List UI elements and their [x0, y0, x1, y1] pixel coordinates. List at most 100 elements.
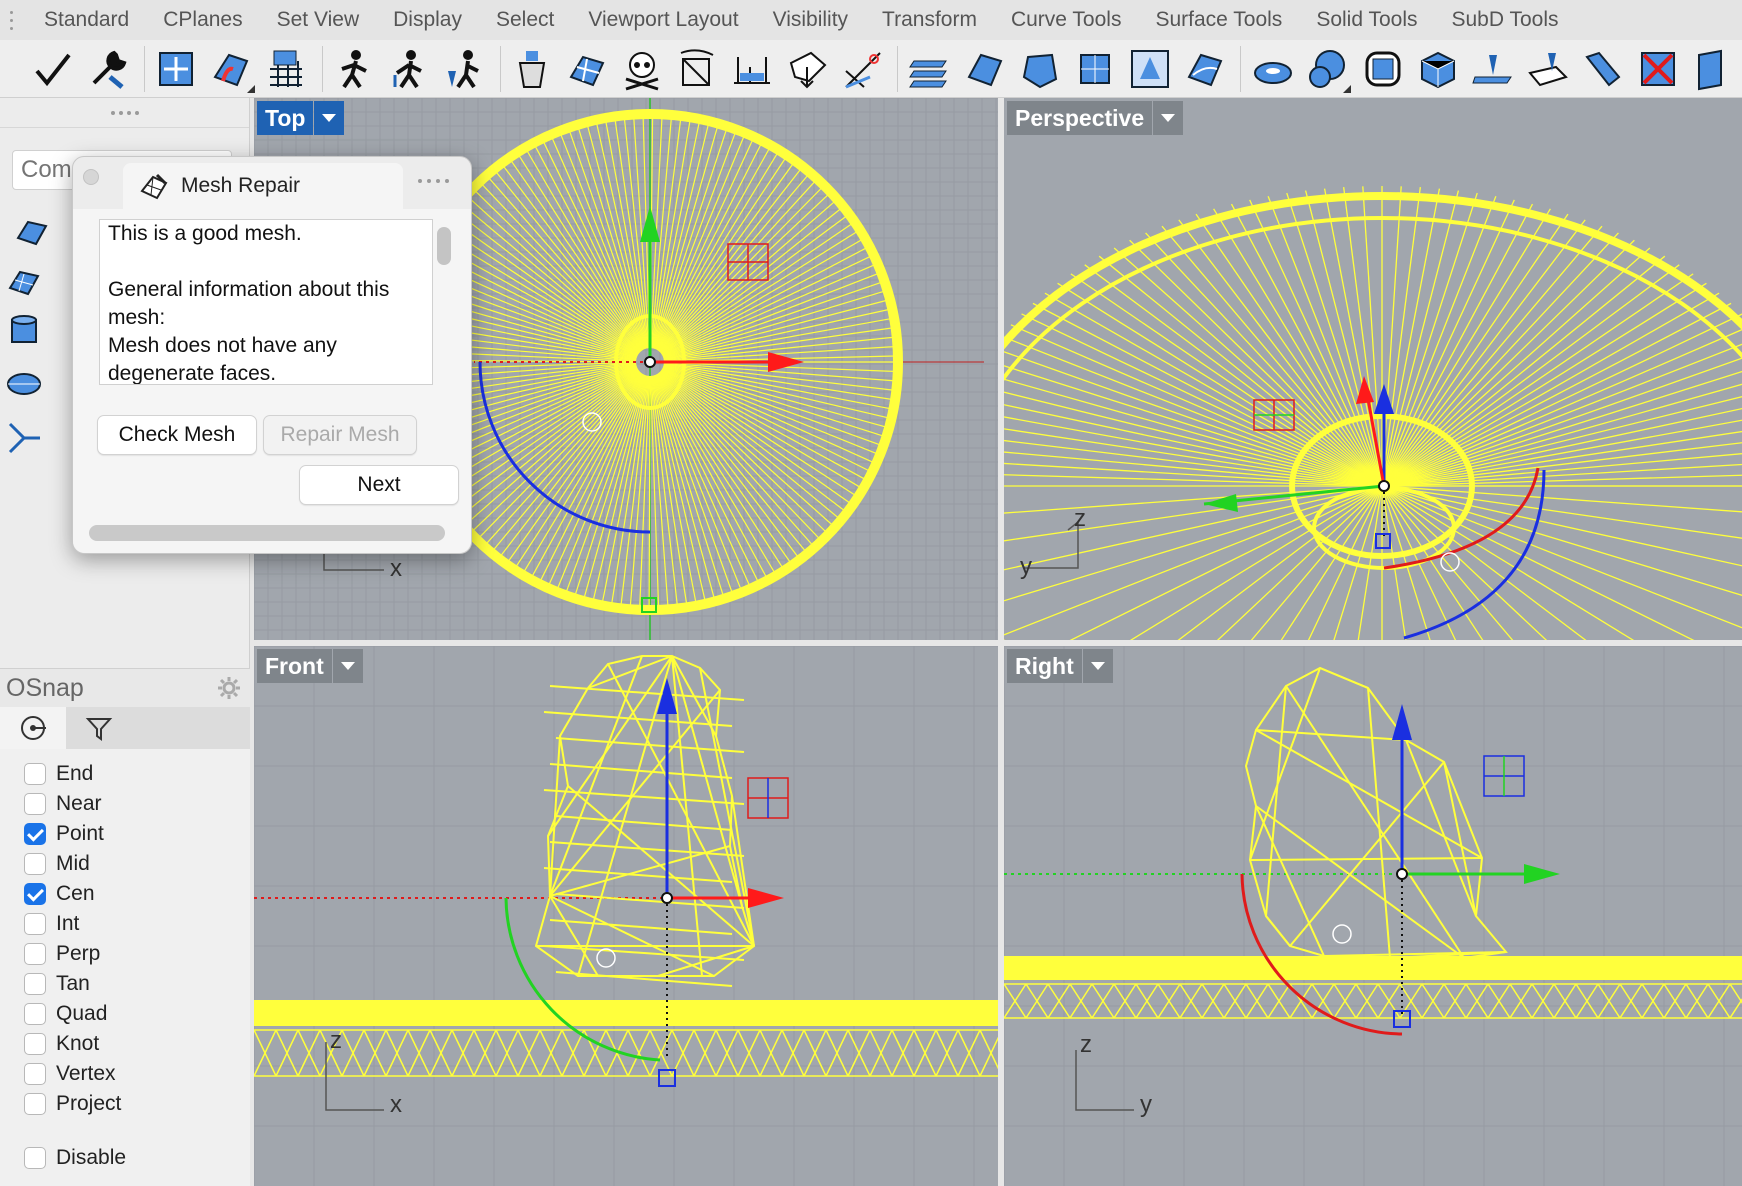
mesh-select-icon[interactable]: [1124, 43, 1175, 95]
osnap-item-int[interactable]: Int: [0, 909, 250, 939]
gumball-icon[interactable]: [151, 43, 202, 95]
mesh-tile-icon[interactable]: [959, 43, 1010, 95]
tab-standard[interactable]: Standard: [22, 0, 146, 40]
dimension-icon[interactable]: [727, 43, 778, 95]
osnap-checkbox[interactable]: [24, 883, 46, 905]
viewport-title-perspective[interactable]: Perspective: [1007, 101, 1153, 135]
cube-mesh-icon[interactable]: [1412, 43, 1463, 95]
plane-flip-icon[interactable]: [1522, 43, 1573, 95]
tabbar-grip[interactable]: [0, 0, 22, 40]
tab-visibility[interactable]: Visibility: [756, 0, 865, 40]
viewport-menu-front[interactable]: [332, 649, 363, 683]
dialog-tab-mesh-repair[interactable]: Mesh Repair: [123, 163, 403, 209]
front-viewport-canvas[interactable]: zx: [254, 646, 998, 1186]
person-scale-icon[interactable]: [384, 43, 435, 95]
right-viewport-canvas[interactable]: zy: [1004, 646, 1742, 1186]
tab-transform[interactable]: Transform: [865, 0, 994, 40]
osnap-checkbox[interactable]: [24, 1033, 46, 1055]
bucket-icon[interactable]: [507, 43, 558, 95]
checkmark-icon[interactable]: [28, 43, 79, 95]
ellipsoid-icon[interactable]: [2, 362, 46, 406]
viewport-menu-right[interactable]: [1082, 649, 1113, 683]
perspective-viewport-canvas[interactable]: yz: [1004, 98, 1742, 640]
osnap-item-knot[interactable]: Knot: [0, 1029, 250, 1059]
dialog-horizontal-scrollbar[interactable]: [89, 525, 445, 541]
osnap-checkbox[interactable]: [24, 1063, 46, 1085]
sidebar-grip[interactable]: [0, 98, 249, 128]
mesh-box-icon[interactable]: [1069, 43, 1120, 95]
osnap-item-mid[interactable]: Mid: [0, 849, 250, 879]
red-cross-icon[interactable]: [1632, 43, 1683, 95]
report-scrollbar[interactable]: [437, 227, 451, 265]
osnap-item-project[interactable]: Project: [0, 1089, 250, 1119]
surface-outline-icon[interactable]: [782, 43, 833, 95]
osnap-checkbox[interactable]: [24, 823, 46, 845]
viewport-perspective[interactable]: yz Perspective: [1004, 98, 1742, 640]
mesh-plane-icon[interactable]: [2, 260, 46, 304]
cut-icon[interactable]: [837, 43, 888, 95]
person-rotate-icon[interactable]: [439, 43, 490, 95]
osnap-disable[interactable]: Disable: [0, 1143, 250, 1173]
osnap-checkbox[interactable]: [24, 1003, 46, 1025]
osnap-checkbox[interactable]: [24, 1093, 46, 1115]
osnap-item-quad[interactable]: Quad: [0, 999, 250, 1029]
mesh-layers-icon[interactable]: [904, 43, 955, 95]
tab-set-view[interactable]: Set View: [260, 0, 377, 40]
mesh-patch-icon[interactable]: [562, 43, 613, 95]
dialog-close-button[interactable]: [83, 169, 99, 185]
repair-mesh-button[interactable]: Repair Mesh: [263, 415, 417, 455]
viewport-right[interactable]: zy Right: [1004, 646, 1742, 1186]
tab-surface-tools[interactable]: Surface Tools: [1138, 0, 1299, 40]
osnap-item-tan[interactable]: Tan: [0, 969, 250, 999]
cylinder-icon[interactable]: [2, 308, 46, 352]
torus-icon[interactable]: [1247, 43, 1298, 95]
osnap-item-point[interactable]: Point: [0, 819, 250, 849]
scale-axis-icon[interactable]: [2, 416, 46, 460]
tab-subd-tools[interactable]: SubD Tools: [1435, 0, 1576, 40]
tab-viewport-layout[interactable]: Viewport Layout: [571, 0, 755, 40]
osnap-tab-filter[interactable]: [66, 707, 132, 749]
viewport-front[interactable]: zx Front: [254, 646, 998, 1186]
viewport-menu-top[interactable]: [314, 101, 345, 135]
grid-snap-icon[interactable]: [261, 43, 312, 95]
dialog-grip[interactable]: [418, 179, 449, 183]
osnap-checkbox[interactable]: [24, 793, 46, 815]
osnap-checkbox[interactable]: [24, 913, 46, 935]
sphere-icon[interactable]: [1302, 43, 1353, 95]
frame-icon[interactable]: [672, 43, 723, 95]
slab-icon[interactable]: [1687, 43, 1738, 95]
disable-checkbox[interactable]: [24, 1147, 46, 1169]
osnap-item-near[interactable]: Near: [0, 789, 250, 819]
tab-curve-tools[interactable]: Curve Tools: [994, 0, 1139, 40]
person-move-icon[interactable]: [329, 43, 380, 95]
viewport-title-front[interactable]: Front: [257, 649, 332, 683]
viewport-title-top[interactable]: Top: [257, 101, 314, 135]
osnap-checkbox[interactable]: [24, 973, 46, 995]
next-button[interactable]: Next: [299, 465, 459, 505]
osnap-checkbox[interactable]: [24, 943, 46, 965]
osnap-item-perp[interactable]: Perp: [0, 939, 250, 969]
paint-surface-icon[interactable]: [206, 43, 257, 95]
skull-icon[interactable]: [617, 43, 668, 95]
osnap-item-vertex[interactable]: Vertex: [0, 1059, 250, 1089]
bend-icon[interactable]: [1577, 43, 1628, 95]
osnap-item-end[interactable]: End: [0, 759, 250, 789]
surface-icon[interactable]: [10, 210, 54, 254]
tab-display[interactable]: Display: [376, 0, 479, 40]
gear-icon[interactable]: [216, 675, 242, 701]
wrench-icon[interactable]: [83, 43, 134, 95]
box-icon[interactable]: [1357, 43, 1408, 95]
tab-cplanes[interactable]: CPlanes: [146, 0, 259, 40]
mesh-shape-icon[interactable]: [1014, 43, 1065, 95]
tab-select[interactable]: Select: [479, 0, 571, 40]
tab-solid-tools[interactable]: Solid Tools: [1299, 0, 1434, 40]
viewport-menu-perspective[interactable]: [1153, 101, 1184, 135]
plane-point-icon[interactable]: [1467, 43, 1518, 95]
osnap-checkbox[interactable]: [24, 763, 46, 785]
osnap-tab-snaps[interactable]: [0, 707, 66, 749]
osnap-item-cen[interactable]: Cen: [0, 879, 250, 909]
mesh-curve-icon[interactable]: [1179, 43, 1230, 95]
check-mesh-button[interactable]: Check Mesh: [97, 415, 257, 455]
viewport-title-right[interactable]: Right: [1007, 649, 1082, 683]
mesh-report-text[interactable]: This is a good mesh. General information…: [99, 219, 433, 385]
